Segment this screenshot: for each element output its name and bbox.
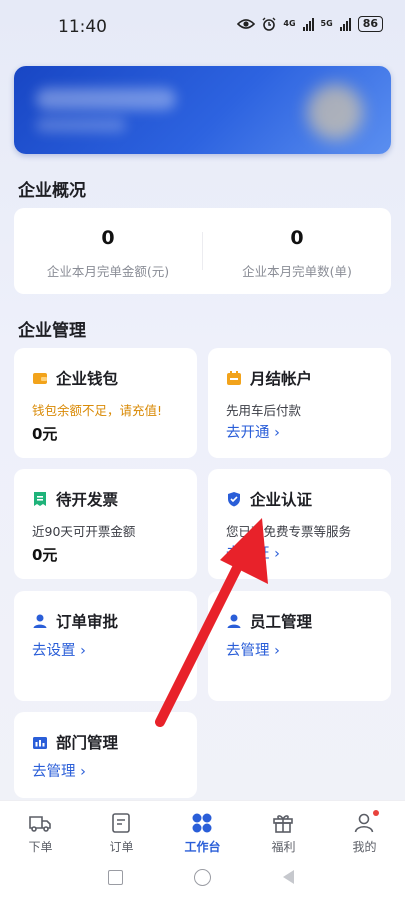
status-bar: 11:40 4G 5G 86 [0, 0, 405, 56]
monthly-amount-value: 0 [101, 227, 115, 249]
recent-apps-button[interactable] [108, 870, 123, 885]
signal-icon-2 [339, 17, 351, 31]
monthly-orders-stat[interactable]: 0 企业本月完单数(单) [203, 208, 391, 294]
notification-dot [373, 810, 379, 816]
network-5g-label: 5G [320, 19, 333, 28]
wallet-card[interactable]: 企业钱包 钱包余额不足，请充值! 0元 [14, 348, 197, 458]
user-icon [227, 614, 241, 628]
shield-icon [228, 492, 240, 507]
department-management-card[interactable]: 部门管理 去管理 › [14, 712, 197, 798]
back-button[interactable] [283, 870, 294, 884]
department-management-title: 部门管理 [56, 734, 119, 752]
receipt-icon [34, 492, 46, 506]
monthly-orders-label: 企业本月完单数(单) [242, 264, 352, 279]
approval-settings-link[interactable]: 去设置 › [32, 639, 86, 660]
staff-manage-link[interactable]: 去管理 › [226, 639, 280, 660]
order-approval-card[interactable]: 订单审批 去设置 › [14, 591, 197, 701]
invoice-card[interactable]: 待开发票 近90天可开票金额 0元 [14, 469, 197, 579]
tab-profile[interactable]: 我的 [324, 801, 405, 863]
invoice-title: 待开发票 [56, 491, 119, 509]
wallet-icon [33, 373, 47, 384]
tab-orders[interactable]: 订单 [81, 801, 162, 863]
battery-indicator: 86 [357, 16, 383, 32]
alarm-icon [262, 17, 276, 31]
staff-management-title: 员工管理 [250, 613, 313, 631]
gift-icon [273, 815, 293, 833]
invoice-desc: 近90天可开票金额 [32, 524, 136, 539]
wallet-title: 企业钱包 [56, 370, 119, 388]
tab-workbench[interactable]: 工作台 [162, 801, 243, 863]
activate-link[interactable]: 去开通 › [226, 421, 280, 442]
monthly-account-title: 月结帐户 [250, 370, 313, 388]
profile-icon [354, 813, 374, 833]
staff-management-card[interactable]: 员工管理 去管理 › [208, 591, 391, 701]
monthly-amount-stat[interactable]: 0 企业本月完单金额(元) [14, 208, 202, 294]
department-manage-link[interactable]: 去管理 › [32, 760, 86, 781]
monthly-orders-value: 0 [290, 227, 304, 249]
department-icon [33, 737, 47, 749]
monthly-amount-label: 企业本月完单金额(元) [46, 264, 170, 279]
wallet-warning: 钱包余额不足，请充值! [32, 403, 163, 418]
tab-benefits[interactable]: 福利 [243, 801, 324, 863]
monthly-account-desc: 先用车后付款 [226, 403, 302, 418]
certification-desc: 您已获免费专票等服务 [226, 524, 352, 539]
monthly-account-card[interactable]: 月结帐户 先用车后付款 去开通 › [208, 348, 391, 458]
order-icon [112, 813, 130, 833]
order-approval-title: 订单审批 [56, 613, 119, 631]
calendar-icon [227, 371, 241, 385]
overview-card: 0 企业本月完单金额(元) 0 企业本月完单数(单) [14, 208, 391, 294]
tab-place-order[interactable]: 下单 [0, 801, 81, 863]
network-4g-label: 4G [283, 19, 296, 28]
eye-icon [237, 19, 256, 29]
management-title: 企业管理 [18, 321, 86, 341]
status-time: 11:40 [58, 17, 107, 37]
status-icons: 4G 5G 86 [237, 16, 383, 32]
system-nav-bar [0, 862, 405, 900]
home-button[interactable] [194, 869, 211, 886]
tab-label: 订单 [109, 840, 134, 854]
tab-label: 福利 [271, 840, 296, 854]
certification-card[interactable]: 企业认证 您已获免费专票等服务 去认证 › [208, 469, 391, 579]
user-approve-icon [33, 614, 47, 628]
tab-label: 下单 [28, 840, 53, 854]
signal-icon [302, 17, 314, 31]
invoice-amount: 0元 [32, 546, 58, 564]
truck-icon [29, 816, 51, 832]
workbench-icon [192, 813, 212, 833]
overview-title: 企业概况 [18, 181, 86, 201]
tab-label: 我的 [352, 840, 377, 854]
certification-title: 企业认证 [250, 491, 313, 509]
bottom-tab-bar: 下单 订单 工作台 福利 我的 [0, 800, 405, 863]
promo-banner[interactable] [14, 66, 391, 154]
wallet-balance: 0元 [32, 425, 58, 443]
certify-link[interactable]: 去认证 › [226, 542, 280, 563]
tab-label: 工作台 [184, 840, 221, 854]
